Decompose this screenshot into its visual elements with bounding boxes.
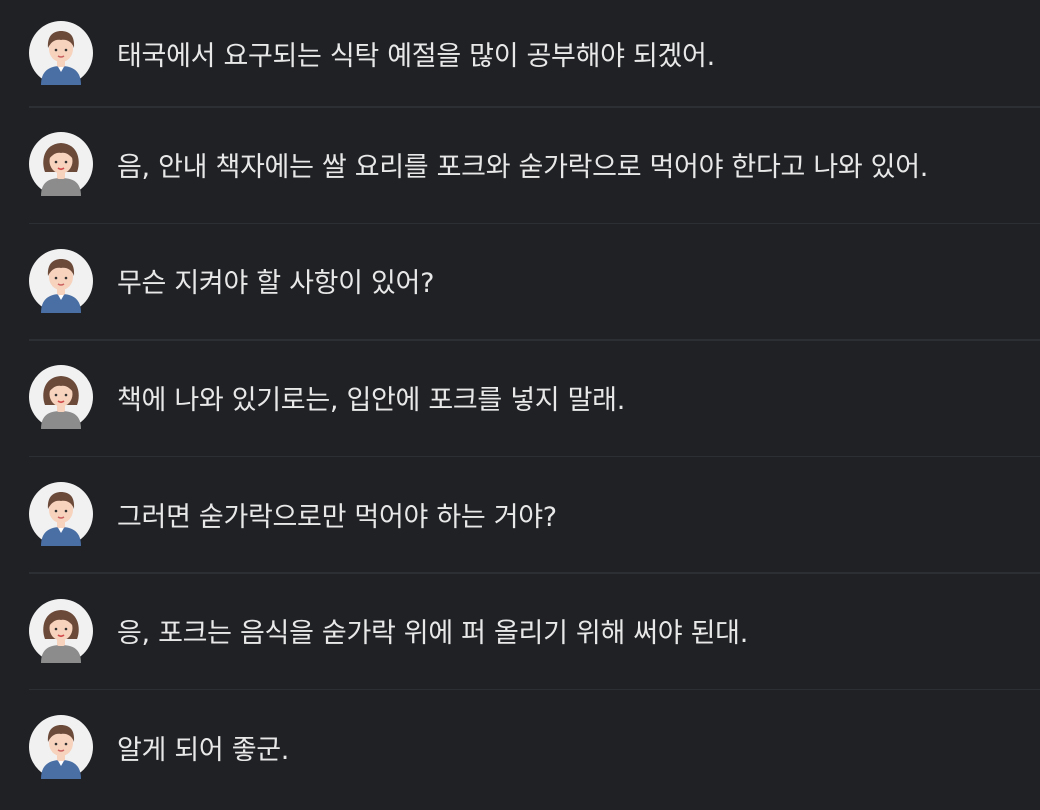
message-row: 응, 포크는 음식을 숟가락 위에 퍼 올리기 위해 써야 된대.	[0, 572, 1040, 689]
male-avatar-icon	[29, 482, 93, 547]
female-avatar-icon	[29, 132, 93, 197]
chat-transcript: 태국에서 요구되는 식탁 예절을 많이 공부해야 되겠어. 음, 안내 책자에는…	[0, 0, 1040, 810]
male-avatar-icon	[29, 715, 93, 780]
male-avatar-icon	[29, 248, 93, 313]
message-text: 무슨 지켜야 할 사항이 있어?	[117, 268, 435, 300]
female-avatar-icon	[29, 598, 93, 663]
message-text: 태국에서 요구되는 식탁 예절을 많이 공부해야 되겠어.	[117, 40, 715, 72]
message-text: 그러면 숟가락으로만 먹어야 하는 거야?	[117, 501, 557, 533]
message-text: 음, 안내 책자에는 쌀 요리를 포크와 숟가락으로 먹어야 한다고 나와 있어…	[117, 151, 929, 183]
message-row: 알게 되어 좋군.	[0, 688, 1040, 806]
female-avatar-icon	[29, 365, 93, 430]
message-row: 책에 나와 있기로는, 입안에 포크를 넣지 말래.	[0, 339, 1040, 456]
male-avatar-icon	[29, 21, 93, 85]
message-text: 알게 되어 좋군.	[117, 734, 290, 766]
message-text: 응, 포크는 음식을 숟가락 위에 퍼 올리기 위해 써야 된대.	[117, 618, 748, 650]
message-row: 음, 안내 책자에는 쌀 요리를 포크와 숟가락으로 먹어야 한다고 나와 있어…	[0, 106, 1040, 223]
message-row: 그러면 숟가락으로만 먹어야 하는 거야?	[0, 455, 1040, 573]
message-row: 태국에서 요구되는 식탁 예절을 많이 공부해야 되겠어.	[0, 0, 1040, 106]
message-text: 책에 나와 있기로는, 입안에 포크를 넣지 말래.	[117, 384, 625, 416]
message-row: 무슨 지켜야 할 사항이 있어?	[0, 222, 1040, 340]
